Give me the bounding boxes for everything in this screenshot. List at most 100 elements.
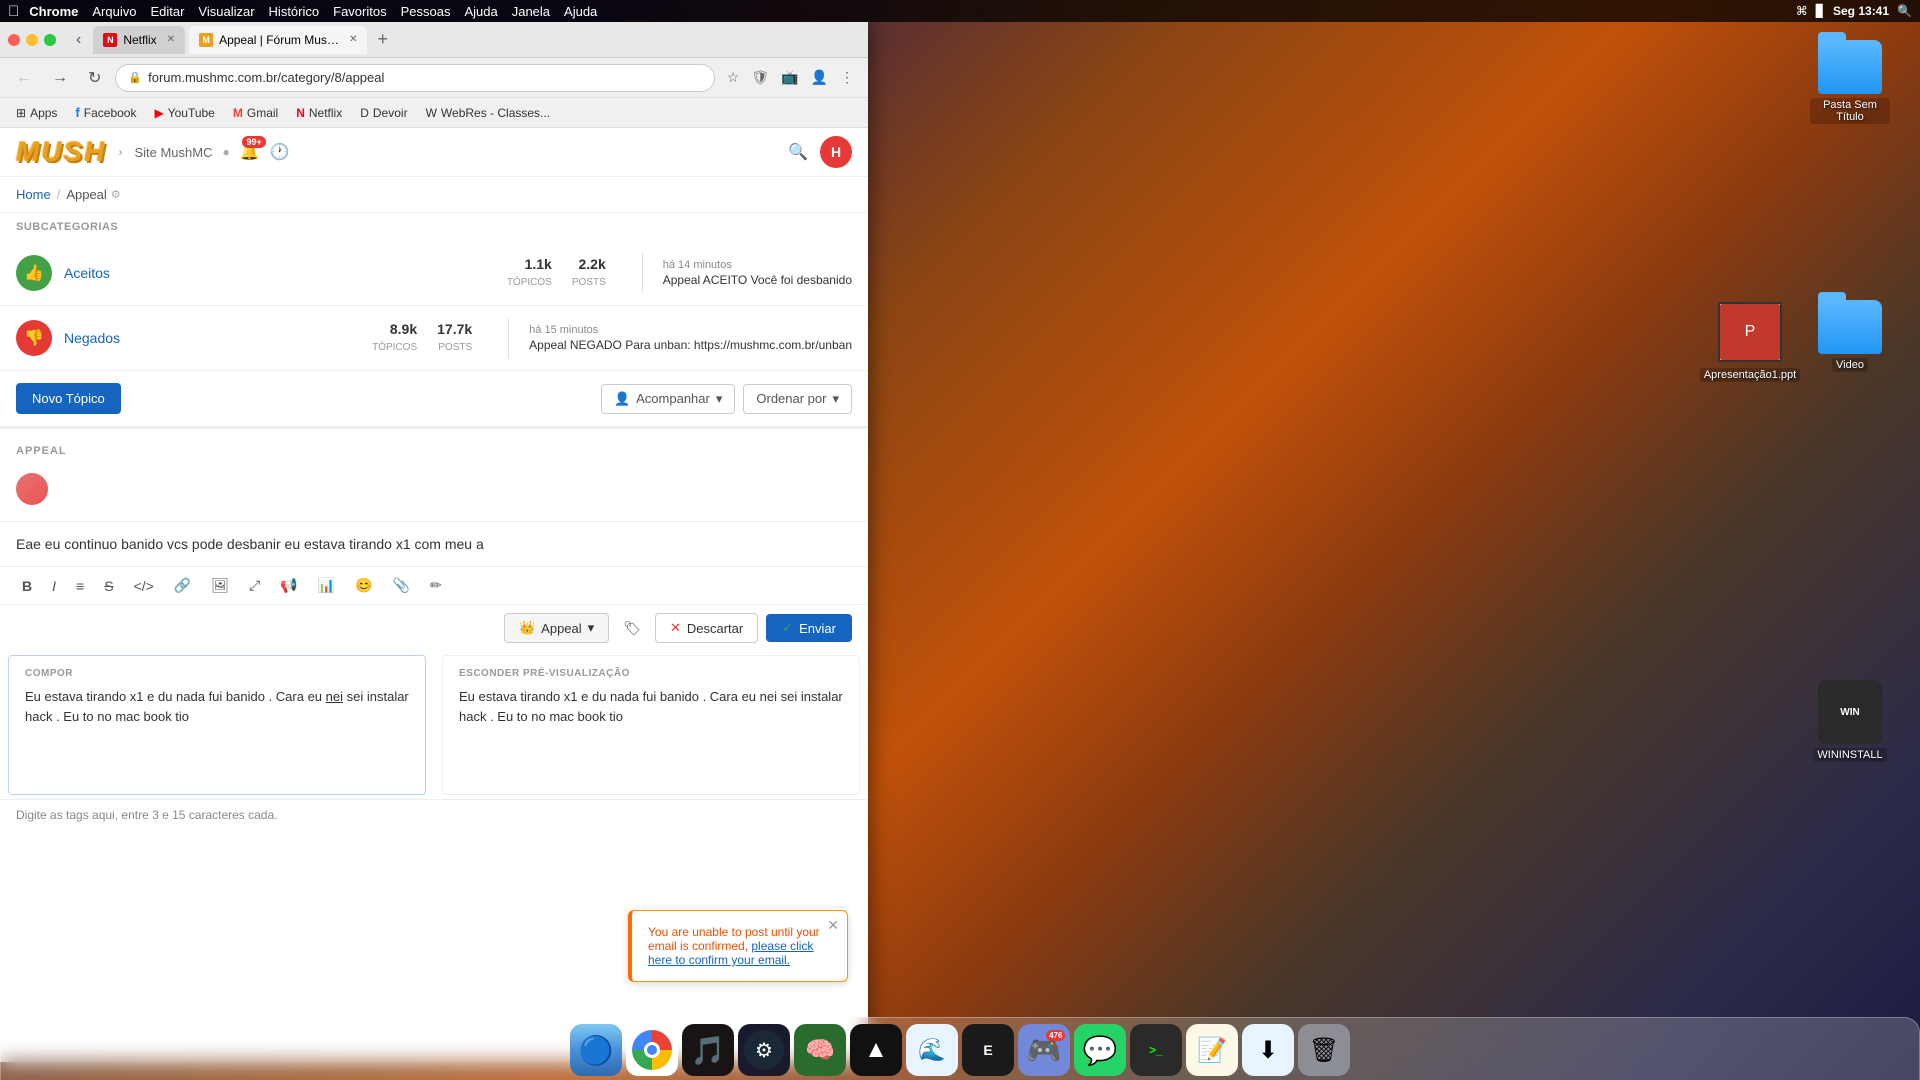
bold-btn[interactable]: B: [16, 574, 38, 598]
menubar-ajuda[interactable]: Ajuda: [464, 4, 497, 19]
breadcrumb-home-link[interactable]: Home: [16, 187, 51, 202]
topnotch-icon: ▲: [864, 1036, 888, 1064]
strikethrough-btn[interactable]: S: [98, 574, 119, 598]
menubar-search-icon[interactable]: 🔍: [1897, 4, 1912, 18]
discard-button[interactable]: ✕ Descartar: [655, 613, 758, 643]
compose-pane-left[interactable]: COMPOR Eu estava tirando x1 e du nada fu…: [8, 655, 426, 795]
bookmark-devoir[interactable]: D Devoir: [352, 103, 415, 123]
tab-forum[interactable]: M Appeal | Fórum MushMC ✕: [189, 26, 367, 54]
menubar-janela[interactable]: Janela: [512, 4, 550, 19]
dock-item-mind[interactable]: 🧠: [794, 1024, 846, 1076]
mush-logo: MUSH: [16, 136, 106, 168]
dock-item-spotify[interactable]: 🎵: [682, 1024, 734, 1076]
star-btn[interactable]: ☆: [723, 65, 744, 90]
alert-confirm-link[interactable]: please click here to confirm your email.: [648, 939, 813, 967]
shield-btn[interactable]: 🛡: [747, 65, 773, 90]
dock-item-trash[interactable]: 🗑: [1298, 1024, 1350, 1076]
back-btn[interactable]: ←: [10, 65, 38, 91]
address-bar[interactable]: 🔒 forum.mushmc.com.br/category/8/appeal: [115, 64, 714, 92]
wininstall-label: WININSTALL: [1813, 748, 1886, 762]
aceitos-last-time[interactable]: há 14 minutos: [663, 259, 852, 271]
emoji-btn[interactable]: 😊: [349, 573, 378, 598]
dock-item-exec[interactable]: >_: [1130, 1024, 1182, 1076]
menubar-ajuda2[interactable]: Ajuda: [564, 4, 597, 19]
notification-bell[interactable]: 🔔 99+: [236, 138, 264, 166]
menubar-chrome[interactable]: Chrome: [29, 4, 78, 19]
desktop-folder-pasta[interactable]: Pasta Sem Título: [1810, 40, 1890, 124]
bookmarks-bar: ⊞ Apps f Facebook ▶ YouTube M Gmail N Ne…: [0, 98, 868, 128]
bookmark-webres[interactable]: W WebRes - Classes...: [418, 103, 558, 123]
dock-item-mercury[interactable]: 🌊: [906, 1024, 958, 1076]
dock-item-topnotch[interactable]: ▲: [850, 1024, 902, 1076]
menubar-pessoas[interactable]: Pessoas: [401, 4, 451, 19]
send-check-icon: ✓: [782, 620, 793, 636]
menubar-editar[interactable]: Editar: [150, 4, 184, 19]
prev-tab-btn[interactable]: ‹: [70, 27, 87, 53]
desktop-wininstall[interactable]: WIN WININSTALL: [1810, 680, 1890, 762]
user-avatar[interactable]: H: [820, 136, 852, 168]
apple-menu[interactable]: : [8, 3, 19, 20]
folder-pasta-icon: [1818, 40, 1882, 94]
tab-netflix-close[interactable]: ✕: [167, 34, 175, 45]
desktop-ppt[interactable]: P Apresentação1.ppt: [1710, 300, 1790, 382]
dock-item-downloads[interactable]: ⬇: [1242, 1024, 1294, 1076]
tab-forum-close[interactable]: ✕: [349, 34, 357, 45]
dock-item-notes[interactable]: 📝: [1186, 1024, 1238, 1076]
alert-close-btn[interactable]: ✕: [827, 917, 839, 934]
menubar-historico[interactable]: Histórico: [269, 4, 320, 19]
attachment-btn[interactable]: 📎: [387, 573, 416, 598]
dock-item-finder[interactable]: 🔵: [570, 1024, 622, 1076]
aceitos-topics-num: 1.1k: [507, 256, 552, 272]
dock-item-chrome[interactable]: [626, 1024, 678, 1076]
aceitos-posts-num: 2.2k: [572, 256, 606, 272]
forward-btn[interactable]: →: [46, 65, 74, 91]
menu-btn[interactable]: ⋮: [836, 65, 858, 90]
negados-last-time[interactable]: há 15 minutos: [529, 324, 852, 336]
tab-netflix[interactable]: N Netflix ✕: [93, 26, 185, 54]
announce-btn[interactable]: 📢: [274, 573, 303, 598]
desktop-folder-video[interactable]: Video: [1810, 300, 1890, 372]
bookmark-youtube[interactable]: ▶ YouTube: [146, 103, 222, 123]
profile-btn[interactable]: 👤: [807, 65, 832, 90]
cast-btn[interactable]: 📺: [777, 65, 802, 90]
dock-item-steam[interactable]: ⚙: [738, 1024, 790, 1076]
bookmark-facebook[interactable]: f Facebook: [67, 102, 144, 123]
bookmark-netflix[interactable]: N Netflix: [288, 103, 350, 123]
appeal-category-button[interactable]: 👑 Appeal ▾: [504, 613, 609, 643]
order-button[interactable]: Ordenar por ▾: [743, 384, 852, 414]
aceitos-name-link[interactable]: Aceitos: [64, 265, 495, 281]
dock-item-whatsapp[interactable]: 💬: [1074, 1024, 1126, 1076]
italic-btn[interactable]: I: [46, 574, 62, 598]
link-btn[interactable]: 🔗: [168, 573, 197, 598]
header-search-icon[interactable]: 🔍: [788, 142, 808, 162]
traffic-light-fullscreen[interactable]: [44, 34, 56, 46]
negados-name-link[interactable]: Negados: [64, 330, 360, 346]
list-btn[interactable]: ≡: [70, 574, 90, 598]
code-btn[interactable]: </>: [128, 574, 160, 598]
tags-tool-btn[interactable]: 🏷: [617, 616, 647, 641]
traffic-light-close[interactable]: [8, 34, 20, 46]
send-button[interactable]: ✓ Enviar: [766, 614, 852, 642]
chart-btn[interactable]: 📊: [312, 573, 341, 598]
reload-btn[interactable]: ↻: [82, 64, 107, 92]
aceitos-stats: 1.1k TÓPICOS 2.2k POSTS: [507, 256, 606, 290]
site-mushmc-link[interactable]: Site MushMC: [134, 145, 212, 160]
traffic-light-minimize[interactable]: [26, 34, 38, 46]
dock-item-discord[interactable]: 🎮 476: [1018, 1024, 1070, 1076]
aceitos-divider: [642, 253, 643, 293]
pen-btn[interactable]: ✏: [424, 573, 448, 598]
bookmark-apps[interactable]: ⊞ Apps: [8, 103, 65, 123]
email-alert-box: ✕ You are unable to post until your emai…: [628, 910, 848, 982]
browser-window: ‹ N Netflix ✕ M Appeal | Fórum MushMC ✕ …: [0, 22, 868, 1062]
negados-posts-stat: 17.7k POSTS: [437, 321, 472, 355]
bookmark-gmail[interactable]: M Gmail: [225, 103, 286, 123]
menubar-arquivo[interactable]: Arquivo: [92, 4, 136, 19]
image-btn[interactable]: 🖼: [205, 573, 235, 598]
new-topic-button[interactable]: Novo Tópico: [16, 383, 121, 414]
follow-button[interactable]: 👤 Acompanhar ▾: [601, 384, 735, 414]
expand-btn[interactable]: ⤢: [243, 573, 266, 598]
menubar-visualizar[interactable]: Visualizar: [198, 4, 254, 19]
dock-item-epic[interactable]: E: [962, 1024, 1014, 1076]
menubar-favoritos[interactable]: Favoritos: [333, 4, 386, 19]
new-tab-btn[interactable]: +: [371, 29, 394, 50]
